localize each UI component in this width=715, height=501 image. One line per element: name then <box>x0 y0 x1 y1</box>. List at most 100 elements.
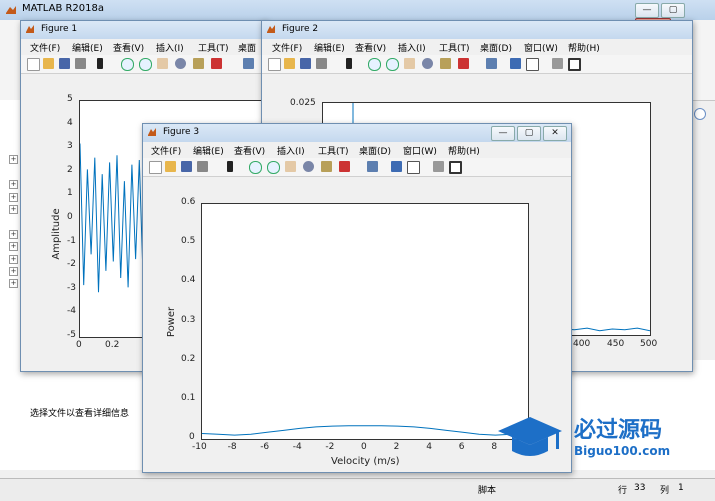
figure-2-title-bar[interactable]: Figure 2 <box>262 21 692 39</box>
xtick-label: -8 <box>227 442 237 452</box>
open-folder-icon[interactable] <box>43 58 54 69</box>
zoom-out-icon[interactable] <box>139 58 152 71</box>
save-icon[interactable] <box>181 161 192 172</box>
tree-expand-icon[interactable]: + <box>9 205 18 214</box>
figure-3-title: Figure 3 <box>163 127 200 137</box>
xtick-label: 0.2 <box>105 340 120 350</box>
tree-expand-icon[interactable]: + <box>9 279 18 288</box>
print-icon[interactable] <box>197 161 208 172</box>
figure-3-ylabel: Power <box>166 306 177 337</box>
menu-desktop[interactable]: 桌面(D) <box>359 144 391 157</box>
figure-3-title-bar[interactable]: Figure 3 — ▢ ✕ <box>143 124 571 142</box>
menu-desktop[interactable]: 桌面(D) <box>480 41 512 54</box>
pointer-icon[interactable] <box>346 58 352 69</box>
print-icon[interactable] <box>75 58 86 69</box>
figure-3-minimize-button[interactable]: — <box>491 126 515 141</box>
rotate-icon[interactable] <box>303 161 314 172</box>
menu-tools[interactable]: 工具(T) <box>198 41 229 54</box>
menu-file[interactable]: 文件(F) <box>151 144 181 157</box>
pointer-icon[interactable] <box>227 161 233 172</box>
rotate-icon[interactable] <box>175 58 186 69</box>
colorbar-icon[interactable] <box>510 58 521 69</box>
hide-tools-icon[interactable] <box>552 58 563 69</box>
main-search-icon[interactable] <box>694 108 706 120</box>
data-cursor-icon[interactable] <box>440 58 451 69</box>
data-cursor-icon[interactable] <box>321 161 332 172</box>
menu-view[interactable]: 查看(V) <box>234 144 265 157</box>
pan-icon[interactable] <box>157 58 168 69</box>
main-minimize-button[interactable]: — <box>635 3 659 18</box>
rotate-icon[interactable] <box>422 58 433 69</box>
status-col-label: 列 <box>660 486 670 496</box>
menu-desktop[interactable]: 桌面 <box>238 41 256 54</box>
xtick-label: -2 <box>325 442 335 452</box>
colorbar-icon[interactable] <box>391 161 402 172</box>
figure-3-axes[interactable] <box>201 203 529 440</box>
tree-expand-icon[interactable]: + <box>9 255 18 264</box>
menu-tools[interactable]: 工具(T) <box>318 144 349 157</box>
menu-file[interactable]: 文件(F) <box>272 41 302 54</box>
link-icon[interactable] <box>486 58 497 69</box>
tree-expand-icon[interactable]: + <box>9 155 18 164</box>
legend-icon[interactable] <box>407 161 420 174</box>
figure-2-toolbar <box>262 55 692 74</box>
menu-insert[interactable]: 插入(I) <box>398 41 426 54</box>
brush-icon[interactable] <box>458 58 469 69</box>
menu-insert[interactable]: 插入(I) <box>156 41 184 54</box>
menu-view[interactable]: 查看(V) <box>355 41 386 54</box>
data-cursor-icon[interactable] <box>193 58 204 69</box>
zoom-in-icon[interactable] <box>121 58 134 71</box>
pan-icon[interactable] <box>404 58 415 69</box>
xtick-label: 500 <box>640 339 658 349</box>
figure-1-title-bar[interactable]: Figure 1 <box>21 21 266 39</box>
menu-window[interactable]: 窗口(W) <box>524 41 558 54</box>
hide-tools-icon[interactable] <box>433 161 444 172</box>
new-figure-icon[interactable] <box>149 161 162 174</box>
pan-icon[interactable] <box>285 161 296 172</box>
show-tools-icon[interactable] <box>449 161 462 174</box>
open-folder-icon[interactable] <box>284 58 295 69</box>
menu-window[interactable]: 窗口(W) <box>403 144 437 157</box>
link-icon[interactable] <box>243 58 254 69</box>
details-hint: 选择文件以查看详细信息 <box>30 409 130 419</box>
brush-icon[interactable] <box>339 161 350 172</box>
tree-expand-icon[interactable]: + <box>9 242 18 251</box>
tree-expand-icon[interactable]: + <box>9 180 18 189</box>
menu-tools[interactable]: 工具(T) <box>439 41 470 54</box>
tree-expand-icon[interactable]: + <box>9 230 18 239</box>
zoom-out-icon[interactable] <box>386 58 399 71</box>
menu-insert[interactable]: 插入(I) <box>277 144 305 157</box>
print-icon[interactable] <box>316 58 327 69</box>
menu-edit[interactable]: 编辑(E) <box>72 41 103 54</box>
figure-3-plot <box>202 425 528 436</box>
new-figure-icon[interactable] <box>268 58 281 71</box>
pointer-icon[interactable] <box>97 58 103 69</box>
figure-3-close-button[interactable]: ✕ <box>543 126 567 141</box>
tree-expand-icon[interactable]: + <box>9 193 18 202</box>
zoom-in-icon[interactable] <box>368 58 381 71</box>
show-tools-icon[interactable] <box>568 58 581 71</box>
link-icon[interactable] <box>367 161 378 172</box>
menu-view[interactable]: 查看(V) <box>113 41 144 54</box>
figure-3-toolbar <box>143 158 571 177</box>
legend-icon[interactable] <box>526 58 539 71</box>
menu-help[interactable]: 帮助(H) <box>568 41 600 54</box>
menu-help[interactable]: 帮助(H) <box>448 144 480 157</box>
menu-file[interactable]: 文件(F) <box>30 41 60 54</box>
brush-icon[interactable] <box>211 58 222 69</box>
figure-3-maximize-button[interactable]: ▢ <box>517 126 541 141</box>
main-maximize-button[interactable]: ▢ <box>661 3 685 18</box>
zoom-out-icon[interactable] <box>267 161 280 174</box>
figure-icon <box>148 128 156 136</box>
ytick-label: 4 <box>67 117 73 128</box>
figure-2-menubar: 文件(F) 编辑(E) 查看(V) 插入(I) 工具(T) 桌面(D) 窗口(W… <box>262 39 692 55</box>
menu-edit[interactable]: 编辑(E) <box>193 144 224 157</box>
save-icon[interactable] <box>300 58 311 69</box>
save-icon[interactable] <box>59 58 70 69</box>
tree-expand-icon[interactable]: + <box>9 267 18 276</box>
new-figure-icon[interactable] <box>27 58 40 71</box>
status-bar: 脚本 行 33 列 1 <box>0 478 715 501</box>
zoom-in-icon[interactable] <box>249 161 262 174</box>
open-folder-icon[interactable] <box>165 161 176 172</box>
menu-edit[interactable]: 编辑(E) <box>314 41 345 54</box>
